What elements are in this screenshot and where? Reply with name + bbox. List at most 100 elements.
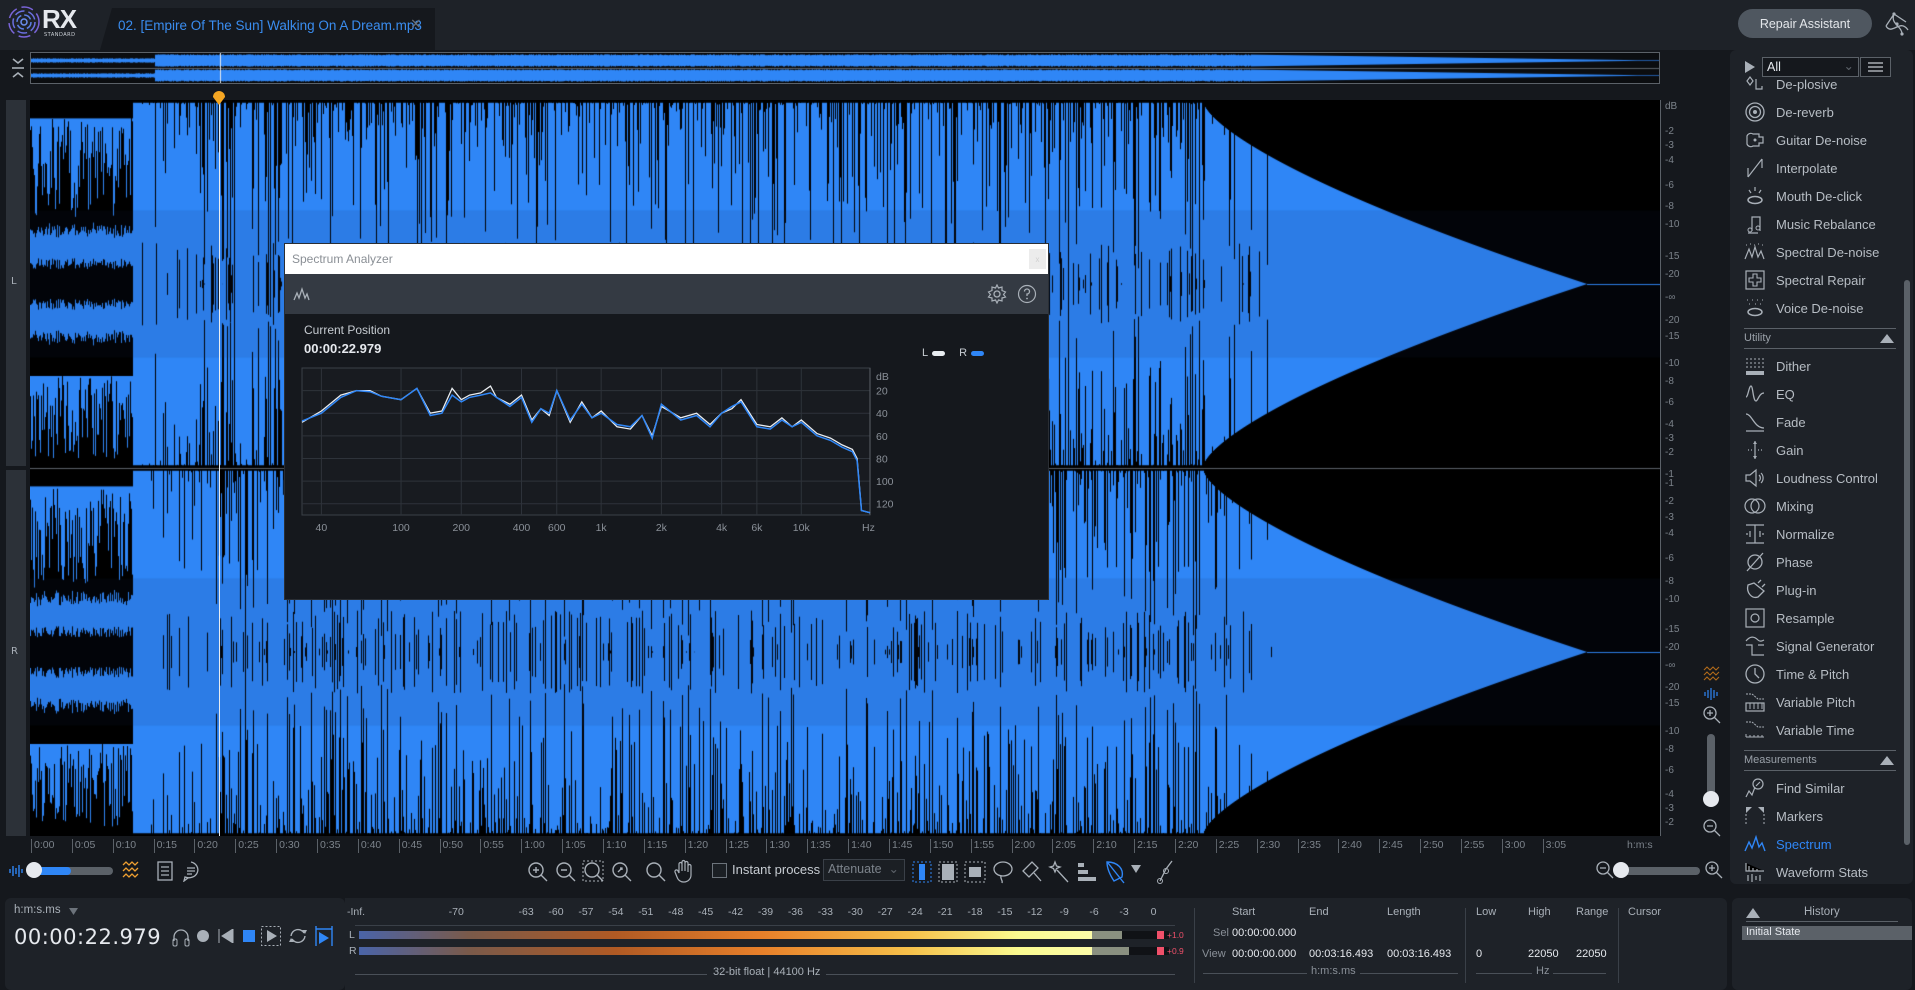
stop-icon[interactable] — [243, 930, 255, 942]
file-info-icon[interactable] — [156, 860, 174, 882]
view-length-value[interactable]: 00:03:16.493 — [1387, 948, 1451, 960]
module-item-de-plosive[interactable]: De-plosive — [1744, 70, 1904, 98]
view-range-value[interactable]: 22050 — [1576, 948, 1607, 960]
time-frequency-selection-icon[interactable] — [964, 861, 986, 883]
headphones-icon[interactable] — [172, 927, 190, 947]
module-item-music-rebalance[interactable]: Music Rebalance — [1744, 210, 1904, 238]
history-item[interactable]: Initial State — [1742, 926, 1912, 940]
horizontal-zoom-out-icon[interactable] — [1595, 860, 1615, 882]
spectrum-analyzer-titlebar[interactable]: Spectrum Analyzer x — [285, 244, 1048, 274]
spectrogram-vertical-icon[interactable] — [1703, 666, 1721, 682]
harmonic-selection-icon[interactable] — [1076, 861, 1098, 883]
sel-start-value[interactable]: 00:00:00.000 — [1232, 927, 1296, 939]
module-item-interpolate[interactable]: Interpolate — [1744, 154, 1904, 182]
module-item-waveform-stats[interactable]: Waveform Stats — [1744, 858, 1904, 886]
module-item-mixing[interactable]: Mixing — [1744, 492, 1904, 520]
horizontal-zoom-slider-handle[interactable] — [1613, 862, 1629, 878]
spectrum-analyzer-window[interactable]: Spectrum Analyzer x Current Position 00:… — [285, 244, 1048, 599]
module-item-de-reverb[interactable]: De-reverb — [1744, 98, 1904, 126]
close-tab-icon[interactable]: × — [410, 16, 422, 32]
module-item-phase[interactable]: Phase — [1744, 548, 1904, 576]
playhead-marker-icon[interactable] — [212, 89, 226, 105]
connect-icon[interactable] — [1880, 8, 1912, 40]
module-item-normalize[interactable]: Normalize — [1744, 520, 1904, 548]
waveform-overview[interactable] — [30, 52, 1660, 84]
history-collapse-icon[interactable] — [1746, 908, 1760, 918]
feather-dropdown-icon[interactable] — [1130, 864, 1142, 874]
hand-tool-icon[interactable] — [672, 859, 696, 885]
module-item-voice-de-noise[interactable]: Voice De-noise — [1744, 294, 1904, 322]
module-item-time-pitch[interactable]: Time & Pitch — [1744, 660, 1904, 688]
module-panel-scrollbar[interactable] — [1904, 280, 1910, 845]
module-item-find-similar[interactable]: Find Similar — [1744, 774, 1904, 802]
brush-icon[interactable] — [1020, 860, 1044, 884]
spectrogram-toggle-icon[interactable] — [121, 860, 141, 882]
zoom-tool-icon[interactable] — [644, 860, 668, 884]
collapse-section-icon[interactable] — [1880, 334, 1894, 343]
skip-to-start-icon[interactable] — [218, 929, 234, 943]
vertical-zoom-slider-handle[interactable] — [1703, 791, 1719, 807]
module-item-eq[interactable]: EQ — [1744, 380, 1904, 408]
module-item-signal-generator[interactable]: Signal Generator — [1744, 632, 1904, 660]
file-tab-label[interactable]: 02. [Empire Of The Sun] Walking On A Dre… — [118, 18, 422, 33]
zoom-selection-icon[interactable] — [582, 860, 606, 884]
collapse-section-icon[interactable] — [1880, 756, 1894, 765]
volume-slider-handle[interactable] — [26, 862, 42, 878]
settings-gear-icon[interactable] — [987, 284, 1007, 304]
module-item-spectrum[interactable]: Spectrum — [1744, 830, 1904, 858]
playhead-line[interactable] — [219, 92, 220, 836]
view-end-value[interactable]: 00:03:16.493 — [1309, 948, 1373, 960]
module-item-markers[interactable]: Markers — [1744, 802, 1904, 830]
instant-process-tool-icon[interactable] — [1156, 859, 1176, 885]
frequency-selection-icon[interactable] — [938, 861, 958, 883]
play-selection-icon[interactable] — [315, 926, 333, 946]
time-format-selector[interactable]: h:m:s.ms — [14, 904, 61, 916]
repair-assistant-button[interactable]: Repair Assistant — [1738, 9, 1872, 38]
module-item-variable-time[interactable]: Variable Time — [1744, 716, 1904, 744]
vertical-zoom-in-icon[interactable] — [1702, 705, 1722, 727]
module-item-guitar-de-noise[interactable]: Guitar De-noise — [1744, 126, 1904, 154]
loop-icon[interactable] — [288, 927, 308, 945]
waveform-vertical-icon[interactable] — [1703, 687, 1719, 701]
help-icon[interactable] — [1017, 284, 1037, 304]
module-item-mouth-de-click[interactable]: Mouth De-click — [1744, 182, 1904, 210]
time-format-dropdown-icon[interactable] — [69, 908, 78, 915]
module-item-spectral-de-noise[interactable]: Spectral De-noise — [1744, 238, 1904, 266]
play-icon[interactable] — [261, 926, 281, 946]
vertical-zoom-out-icon[interactable] — [1702, 818, 1722, 840]
feather-icon[interactable] — [1104, 859, 1128, 885]
collapse-overview-icon[interactable] — [10, 56, 26, 80]
spectrum-analyzer-close-button[interactable]: x — [1029, 249, 1046, 269]
time-selection-icon[interactable] — [912, 861, 932, 883]
zoom-in-icon[interactable] — [526, 860, 550, 884]
magic-wand-icon[interactable] — [1048, 860, 1072, 884]
clip-indicator[interactable] — [1157, 931, 1164, 939]
module-item-fade[interactable]: Fade — [1744, 408, 1904, 436]
module-item-resample[interactable]: Resample — [1744, 604, 1904, 632]
channel-strip-right[interactable]: R — [6, 470, 26, 836]
module-item-dither[interactable]: Dither — [1744, 352, 1904, 380]
spectrum-chart[interactable]: 40 100 200 400 600 1k 2k 4k 6k 10k 20 40 60 80 100 120 d… — [285, 314, 1048, 599]
comments-icon[interactable] — [180, 860, 202, 882]
overview-canvas[interactable] — [31, 53, 1659, 83]
section-measurements[interactable]: Measurements — [1744, 750, 1896, 771]
channel-strip-left[interactable]: L — [6, 100, 26, 466]
zoom-fit-icon[interactable] — [610, 860, 634, 884]
zoom-out-icon[interactable] — [554, 860, 578, 884]
horizontal-zoom-in-icon[interactable] — [1704, 860, 1724, 882]
clip-indicator[interactable] — [1157, 947, 1164, 955]
record-icon[interactable] — [196, 929, 210, 943]
section-utility[interactable]: Utility — [1744, 328, 1896, 349]
process-mode-select[interactable]: Attenuate ⌄ — [823, 859, 905, 881]
lasso-icon[interactable] — [992, 860, 1014, 884]
view-high-value[interactable]: 22050 — [1528, 948, 1559, 960]
module-item-plug-in[interactable]: Plug-in — [1744, 576, 1904, 604]
view-start-value[interactable]: 00:00:00.000 — [1232, 948, 1296, 960]
time-ruler[interactable]: 0:00 0:05 0:10 0:15 0:20 0:25 0:30 0:35 0:40 0:45… — [30, 836, 1660, 854]
waveform-view-icon[interactable] — [8, 863, 26, 879]
module-item-loudness-control[interactable]: Loudness Control — [1744, 464, 1904, 492]
instant-process-checkbox[interactable] — [712, 863, 727, 878]
module-item-variable-pitch[interactable]: Variable Pitch — [1744, 688, 1904, 716]
module-item-spectral-repair[interactable]: Spectral Repair — [1744, 266, 1904, 294]
view-low-value[interactable]: 0 — [1476, 948, 1482, 960]
